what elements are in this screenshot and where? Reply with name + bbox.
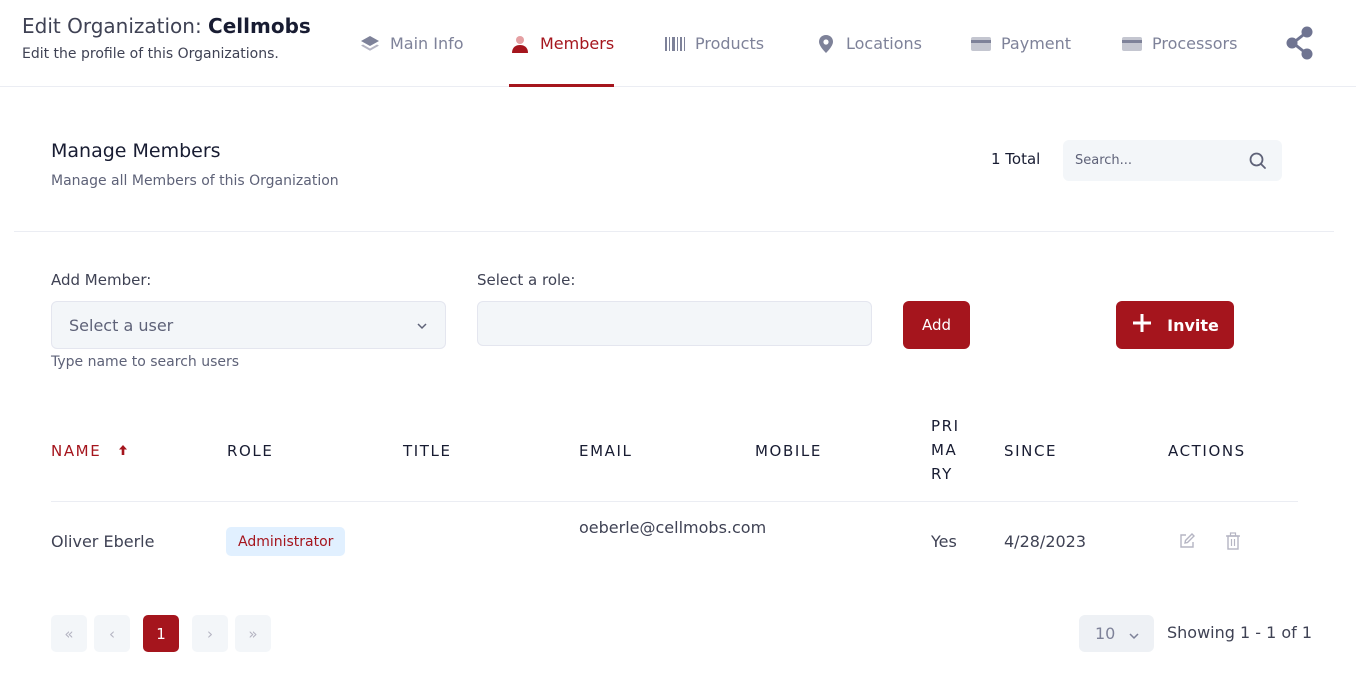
- tab-products[interactable]: Products: [664, 0, 764, 87]
- page-title: Edit Organization: Cellmobs: [22, 14, 311, 38]
- select-user-hint: Type name to search users: [51, 354, 240, 370]
- title-block: Edit Organization: Cellmobs Edit the pro…: [22, 14, 311, 62]
- pagination-prev-button[interactable]: ‹: [94, 615, 130, 652]
- org-name: Cellmobs: [208, 14, 311, 38]
- column-header-actions: ACTIONS: [1168, 442, 1246, 460]
- page-header: Edit Organization: Cellmobs Edit the pro…: [0, 0, 1356, 87]
- tab-members-label: Members: [540, 34, 615, 53]
- role-badge: Administrator: [226, 527, 346, 556]
- total-count: 1 Total: [991, 150, 1041, 168]
- select-user-dropdown[interactable]: Select a user: [51, 301, 446, 349]
- tab-payment[interactable]: Payment: [970, 0, 1071, 87]
- column-header-email[interactable]: EMAIL: [579, 442, 632, 460]
- credit-card-icon: [970, 33, 992, 55]
- tab-members[interactable]: Members: [509, 0, 615, 87]
- pagination-page-1[interactable]: 1: [143, 615, 179, 652]
- pagination-status: Showing 1 - 1 of 1: [1167, 623, 1313, 642]
- edit-icon[interactable]: [1178, 532, 1198, 552]
- search-input[interactable]: [1075, 153, 1245, 168]
- user-icon: [509, 33, 531, 55]
- tab-payment-label: Payment: [1001, 34, 1072, 53]
- member-email: oeberle@cellmobs.com: [579, 518, 767, 537]
- share-icon[interactable]: [1284, 26, 1316, 60]
- table-header-divider: [51, 501, 1298, 502]
- role-select[interactable]: [477, 301, 872, 346]
- section-subtitle: Manage all Members of this Organization: [51, 173, 339, 189]
- layers-icon: [359, 33, 381, 55]
- search-icon[interactable]: [1248, 151, 1268, 171]
- member-name: Oliver Eberle: [51, 532, 155, 551]
- invite-button[interactable]: Invite: [1116, 301, 1234, 349]
- tab-main-info-label: Main Info: [390, 34, 464, 53]
- chevron-down-icon: [415, 318, 429, 337]
- tab-main-info[interactable]: Main Info: [359, 0, 464, 87]
- tab-locations[interactable]: Locations: [815, 0, 922, 87]
- invite-button-label: Invite: [1167, 315, 1219, 335]
- add-button[interactable]: Add: [903, 301, 970, 349]
- column-header-name[interactable]: NAME: [51, 442, 128, 460]
- column-header-name-label: NAME: [51, 442, 102, 460]
- section-title: Manage Members: [51, 140, 221, 162]
- add-member-label: Add Member:: [51, 271, 152, 289]
- barcode-icon: [664, 33, 686, 55]
- tab-processors[interactable]: Processors: [1121, 0, 1237, 87]
- select-role-label: Select a role:: [477, 271, 576, 289]
- page-title-prefix: Edit Organization:: [22, 14, 202, 38]
- pagination-last-button[interactable]: »: [235, 615, 271, 652]
- column-header-since[interactable]: SINCE: [1004, 442, 1057, 460]
- sort-arrow-up-icon: [118, 442, 128, 460]
- search-box: [1063, 140, 1282, 181]
- column-header-title[interactable]: TITLE: [403, 442, 452, 460]
- page-size-select[interactable]: 10: [1079, 615, 1154, 652]
- tab-locations-label: Locations: [846, 34, 923, 53]
- member-primary: Yes: [931, 532, 957, 551]
- trash-icon[interactable]: [1225, 532, 1245, 552]
- tab-processors-label: Processors: [1152, 34, 1238, 53]
- section-divider: [14, 231, 1334, 232]
- page-subtitle: Edit the profile of this Organizations.: [22, 46, 279, 62]
- column-header-primary[interactable]: PRI MA RY: [931, 414, 971, 486]
- column-header-role[interactable]: ROLE: [227, 442, 273, 460]
- column-header-mobile[interactable]: MOBILE: [755, 442, 822, 460]
- pagination-next-button[interactable]: ›: [192, 615, 228, 652]
- map-pin-icon: [815, 33, 837, 55]
- plus-icon: [1131, 312, 1153, 338]
- pagination-first-button[interactable]: «: [51, 615, 87, 652]
- chevron-down-icon: [1128, 627, 1140, 646]
- tab-products-label: Products: [695, 34, 765, 53]
- page-size-value: 10: [1095, 624, 1116, 643]
- select-user-placeholder: Select a user: [69, 315, 174, 335]
- credit-card-icon: [1121, 33, 1143, 55]
- member-since: 4/28/2023: [1004, 532, 1087, 551]
